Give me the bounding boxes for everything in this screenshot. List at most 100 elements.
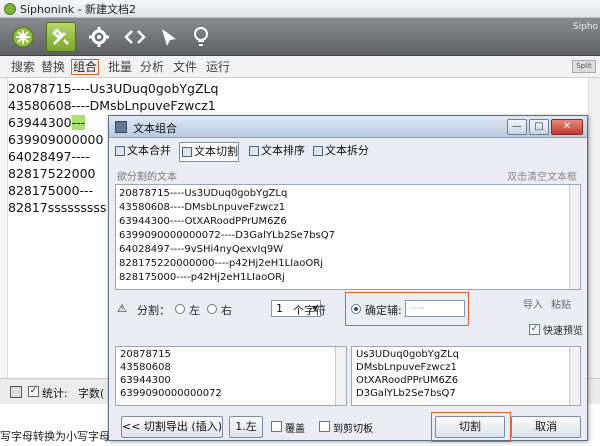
char-count-label: 字数( [78, 387, 105, 400]
overwrite-label: 覆盖 [285, 424, 305, 435]
tab-text-separate[interactable]: 文本拆分 [311, 142, 369, 162]
export-option-select[interactable]: 1.左 [229, 416, 263, 438]
menu-bar: 搜索 替换 组合 批量 分析 文件 运行 Split [0, 56, 600, 78]
gear-icon[interactable] [84, 22, 114, 52]
source-line: 828175220000000----p42Hj2eH1LIaoORj [119, 258, 323, 269]
menu-search[interactable]: 搜索 [10, 59, 36, 75]
tab-label: 文本合并 [127, 144, 171, 157]
dialog-title-bar: 文本组合 — □ ✕ [109, 116, 587, 138]
source-line: 63944300----OtXARoodPPrUM6Z6 [119, 216, 287, 227]
code-arrows-icon[interactable] [120, 22, 150, 52]
tab-text-sort[interactable]: 文本排序 [247, 142, 305, 162]
menu-replace[interactable]: 替换 [40, 59, 66, 75]
overwrite-checkbox[interactable] [271, 421, 282, 432]
brand-text: Sipho [572, 22, 598, 32]
status-icon [10, 386, 22, 398]
radio-separator[interactable] [351, 304, 361, 314]
sort-icon [249, 146, 259, 156]
source-scrollbar[interactable] [569, 185, 580, 289]
radio-right[interactable] [207, 304, 217, 314]
clear-hint: 双击清空文本框 [507, 172, 577, 183]
text-combine-dialog: 文本组合 — □ ✕ 文本合并 文本切割 文本排序 文本拆分 欲分割的文本 双击… [108, 115, 588, 442]
import-button[interactable]: 导入 [523, 296, 543, 311]
left-label: 左 [189, 304, 200, 317]
paste-button[interactable]: 粘贴 [551, 296, 571, 311]
window-title: Siphonink - 新建文档2 [20, 2, 137, 16]
editor-line: 639909000000 [8, 132, 104, 147]
menu-analyze[interactable]: 分析 [139, 59, 165, 75]
close-button[interactable]: ✕ [551, 119, 583, 135]
menu-run[interactable]: 运行 [205, 59, 231, 75]
separator-input[interactable]: ---- [405, 300, 465, 317]
char-count-value: 1 [276, 302, 283, 315]
split-options: ⚠ 分割： 左 右 1 ▼ 个字符 确定辅: ---- 导入 粘贴 ✓ 快速预览 [115, 292, 583, 340]
editor-line: 82817522000 [8, 166, 96, 181]
dialog-icon [115, 121, 127, 133]
editor-gutter [0, 78, 8, 378]
star-tool-icon[interactable] [8, 22, 38, 52]
editor-selection: --- [71, 115, 86, 130]
source-line: 6399090000000072----D3GalYLb2Se7bsQ7 [119, 230, 335, 241]
split-mini-button[interactable]: Split [572, 60, 596, 73]
source-line: 64028497----9vSHi4nyQexvIq9W [119, 244, 284, 255]
editor-line: 63944300--- [8, 114, 86, 131]
result-line: OtXARoodPPrUM6Z6 [356, 375, 459, 386]
left-result-list[interactable]: 20878715 43580608 63944300 6399090000000… [115, 346, 347, 406]
export-insert-button[interactable]: << 切割导出 (插入) [121, 416, 223, 438]
source-textarea[interactable]: 20878715----Us3UDuq0gobYgZLq 43580608---… [115, 184, 581, 290]
stats-checkbox[interactable]: ✓ [28, 386, 39, 397]
result-line: 43580608 [120, 362, 171, 373]
tab-label: 文本排序 [261, 144, 305, 157]
editor-scrollbar[interactable] [588, 78, 600, 378]
preview-checkbox[interactable]: ✓ [529, 324, 540, 335]
chars-unit-label: 个字符 [293, 304, 326, 317]
tab-text-merge[interactable]: 文本合并 [113, 142, 171, 162]
editor-line: 828175000--- [8, 183, 94, 198]
separator-label: 确定辅: [365, 304, 402, 317]
lightbulb-icon[interactable] [186, 22, 216, 52]
clipboard-label: 到剪切板 [333, 424, 373, 435]
tab-text-split[interactable]: 文本切割 [179, 142, 239, 162]
result-line: D3GalYLb2Se7bsQ7 [356, 388, 456, 399]
menu-combine[interactable]: 组合 [71, 59, 100, 75]
cancel-button[interactable]: 取消 [511, 416, 581, 438]
source-line: 20878715----Us3UDuq0gobYgZLq [119, 188, 288, 199]
result-line: 63944300 [120, 375, 171, 386]
split-icon [182, 147, 192, 157]
preview-label: 快速预览 [543, 326, 583, 337]
clipboard-checkbox[interactable] [319, 421, 330, 432]
source-line: 43580608----DMsbLnpuveFzwcz1 [119, 202, 286, 213]
editor-line: 20878715----Us3UDuq0gobYgZLq [8, 81, 219, 96]
editor-line: 64028497---- [8, 149, 90, 164]
result-line: DMsbLnpuveFzwcz1 [356, 362, 457, 373]
app-icon [4, 2, 16, 15]
menu-batch[interactable]: 批量 [107, 59, 133, 75]
cut-button[interactable]: 切割 [435, 416, 505, 438]
dialog-title: 文本组合 [133, 122, 177, 135]
result-line: 20878715 [120, 349, 171, 360]
source-header: 欲分割的文本 双击清空文本框 [115, 166, 583, 184]
editor-line-text: 63944300 [8, 115, 72, 130]
stats-label: 统计: [42, 387, 68, 400]
caption-text: 写字母转换为小写字母 [0, 430, 110, 443]
merge-icon [115, 146, 125, 156]
menu-file[interactable]: 文件 [172, 59, 198, 75]
right-result-list[interactable]: Us3UDuq0gobYgZLq DMsbLnpuveFzwcz1 OtXARo… [351, 346, 581, 406]
minimize-button[interactable]: — [507, 119, 527, 135]
maximize-button[interactable]: □ [529, 119, 549, 135]
result-line: 6399090000000072 [120, 388, 222, 399]
cursor-icon[interactable] [154, 22, 184, 52]
split-label: 分割： [137, 304, 170, 317]
title-bar: Siphonink - 新建文档2 [0, 0, 600, 18]
editor-line: 82817sssssssss [8, 200, 107, 215]
radio-left[interactable] [175, 304, 185, 314]
right-result-scrollbar[interactable] [569, 347, 580, 405]
tab-label: 文本切割 [194, 145, 238, 158]
tab-label: 文本拆分 [325, 144, 369, 157]
result-line: Us3UDuq0gobYgZLq [356, 349, 459, 360]
warning-icon: ⚠ [117, 302, 127, 315]
left-result-scrollbar[interactable] [335, 347, 346, 405]
tools-icon[interactable] [46, 22, 76, 52]
source-line: 828175000----p42Hj2eH1LIaoORj [119, 272, 285, 283]
separate-icon [313, 146, 323, 156]
